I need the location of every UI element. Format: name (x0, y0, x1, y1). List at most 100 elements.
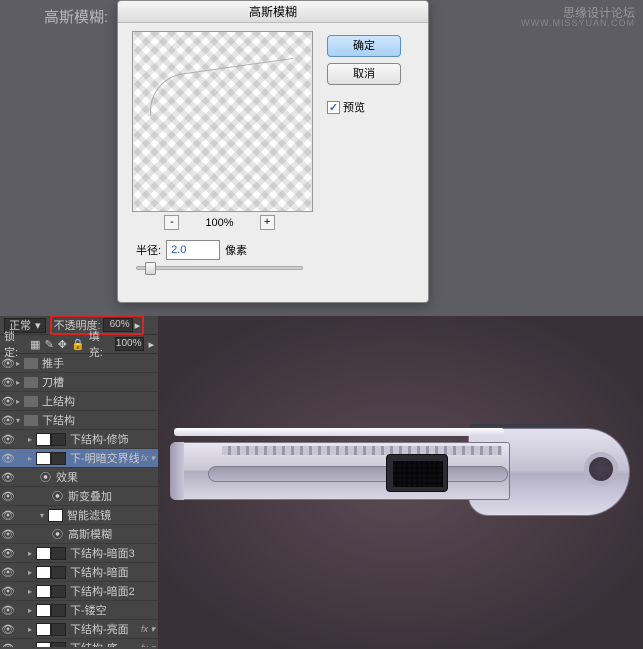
dialog-title: 高斯模糊 (118, 1, 428, 23)
layer-thumbnail (36, 623, 51, 636)
visibility-icon[interactable]: 👁 (0, 604, 16, 617)
radius-slider[interactable] (136, 266, 303, 270)
visibility-icon[interactable]: 👁 (0, 547, 16, 560)
layer-row[interactable]: 👁 ▸ 下结构-底 fx ▾ (0, 639, 158, 647)
disclosure-triangle-icon[interactable]: ▸ (28, 435, 36, 444)
layer-thumbnail (36, 585, 51, 598)
fx-badge[interactable]: fx ▾ (141, 453, 155, 464)
layer-row[interactable]: 👁 ▸ 下结构-暗面2 (0, 582, 158, 601)
effect-bullet-icon: ⦿ (52, 526, 64, 542)
gaussian-blur-dialog: 高斯模糊 - 100% + 半径: 像素 (117, 0, 429, 303)
layer-name: 刀槽 (42, 374, 64, 390)
visibility-icon[interactable]: 👁 (0, 395, 16, 408)
disclosure-triangle-icon[interactable]: ▸ (28, 606, 36, 615)
fx-badge[interactable]: fx ▾ (141, 643, 155, 648)
zoom-out-button[interactable]: - (164, 215, 179, 230)
layer-row[interactable]: 👁 ▸ 下结构-修饰 (0, 430, 158, 449)
visibility-icon[interactable]: 👁 (0, 623, 16, 636)
layer-name: 下结构-修饰 (70, 431, 129, 447)
preview-checkbox[interactable]: ✓ (327, 101, 340, 114)
layer-row[interactable]: 👁 ▸ 下结构-暗面3 (0, 544, 158, 563)
layer-row[interactable]: 👁 ▾ 智能滤镜 (0, 506, 158, 525)
opacity-stepper-icon[interactable]: ▸ (135, 319, 141, 332)
layer-name: 下结构-底 (70, 640, 118, 647)
ok-button[interactable]: 确定 (327, 35, 401, 57)
layer-thumbnail (36, 547, 51, 560)
mask-thumbnail (51, 547, 66, 560)
effect-bullet-icon: ⦿ (52, 488, 64, 504)
layer-name: 下-明暗交界线 (70, 450, 140, 466)
visibility-icon[interactable]: 👁 (0, 471, 16, 484)
lock-transparency-icon[interactable]: ▦ (30, 338, 40, 351)
layer-name: 下结构 (42, 412, 75, 428)
layer-row[interactable]: 👁▸ 刀槽 (0, 373, 158, 392)
layer-name: 智能滤镜 (67, 507, 111, 523)
layer-name: 下结构-暗面3 (70, 545, 135, 561)
layer-name: 高斯模糊 (68, 526, 112, 542)
zoom-percent: 100% (205, 217, 233, 229)
folder-icon (24, 415, 38, 426)
watermark-url: WWW.MISSYUAN.COM (521, 18, 635, 28)
layer-row[interactable]: 👁 ▸ 下-明暗交界线fx ▾ (0, 449, 158, 468)
visibility-icon[interactable]: 👁 (0, 376, 16, 389)
layer-thumbnail (36, 433, 51, 446)
folder-icon (24, 377, 38, 388)
visibility-icon[interactable]: 👁 (0, 585, 16, 598)
filter-preview[interactable] (132, 31, 313, 212)
disclosure-triangle-icon[interactable]: ▸ (28, 454, 36, 463)
disclosure-triangle-icon[interactable]: ▾ (16, 416, 24, 425)
canvas-artwork (158, 316, 643, 649)
layer-name: 下-镂空 (70, 602, 107, 618)
disclosure-triangle-icon[interactable]: ▸ (28, 644, 36, 648)
layer-name: 下结构-暗面 (70, 564, 129, 580)
layer-row[interactable]: 👁▾ 下结构 (0, 411, 158, 430)
disclosure-triangle-icon[interactable]: ▸ (28, 549, 36, 558)
layer-row[interactable]: 👁 ▸ 下-镂空 (0, 601, 158, 620)
radius-label: 半径: (136, 242, 161, 258)
disclosure-triangle-icon[interactable]: ▸ (28, 568, 36, 577)
slider-thumb[interactable] (145, 262, 156, 275)
mask-thumbnail (51, 604, 66, 617)
visibility-icon[interactable]: 👁 (0, 490, 16, 503)
fx-badge[interactable]: fx ▾ (141, 624, 155, 635)
mask-thumbnail (51, 623, 66, 636)
fill-field[interactable]: 100% (115, 337, 145, 351)
visibility-icon[interactable]: 👁 (0, 414, 16, 427)
layer-row[interactable]: 👁⦿效果 (0, 468, 158, 487)
visibility-icon[interactable]: 👁 (0, 642, 16, 648)
visibility-icon[interactable]: 👁 (0, 509, 16, 522)
layer-row[interactable]: 👁▸上结构 (0, 392, 158, 411)
visibility-icon[interactable]: 👁 (0, 357, 16, 370)
disclosure-triangle-icon[interactable]: ▸ (28, 625, 36, 634)
cancel-button[interactable]: 取消 (327, 63, 401, 85)
visibility-icon[interactable]: 👁 (0, 433, 16, 446)
layer-row[interactable]: 👁 ▸ 下结构-亮面 fx ▾ (0, 620, 158, 639)
mask-thumbnail (51, 452, 66, 465)
lock-paint-icon[interactable]: ✎ (45, 338, 54, 351)
preview-checkbox-label: 预览 (343, 99, 365, 115)
smart-filter-thumbnail (48, 509, 63, 522)
layer-name: 下结构-暗面2 (70, 583, 135, 599)
zoom-in-button[interactable]: + (260, 215, 275, 230)
radius-unit: 像素 (225, 242, 247, 258)
radius-input[interactable] (166, 240, 220, 260)
fill-stepper-icon[interactable]: ▸ (148, 338, 154, 351)
disclosure-triangle-icon[interactable]: ▸ (16, 397, 24, 406)
visibility-icon[interactable]: 👁 (0, 452, 16, 465)
disclosure-triangle-icon[interactable]: ▸ (28, 587, 36, 596)
disclosure-triangle-icon[interactable]: ▸ (16, 378, 24, 387)
disclosure-triangle-icon[interactable]: ▸ (16, 359, 24, 368)
visibility-icon[interactable]: 👁 (0, 528, 16, 541)
mask-thumbnail (51, 642, 66, 648)
layer-thumbnail (36, 452, 51, 465)
layer-row[interactable]: 👁⦿斯变叠加 (0, 487, 158, 506)
lock-all-icon[interactable]: 🔒 (71, 338, 85, 351)
layer-name: 下结构-亮面 (70, 621, 129, 637)
layer-row[interactable]: 👁 ⦿高斯模糊 (0, 525, 158, 544)
visibility-icon[interactable]: 👁 (0, 566, 16, 579)
lock-move-icon[interactable]: ✥ (58, 338, 67, 351)
mask-thumbnail (51, 566, 66, 579)
layer-list[interactable]: 👁▸推手👁▸刀槽👁▸上结构👁▾下结构👁▸下结构-修饰👁▸下-明暗交界线fx ▾👁… (0, 354, 158, 647)
disclosure-triangle-icon[interactable]: ▾ (40, 511, 48, 520)
layer-row[interactable]: 👁 ▸ 下结构-暗面 (0, 563, 158, 582)
